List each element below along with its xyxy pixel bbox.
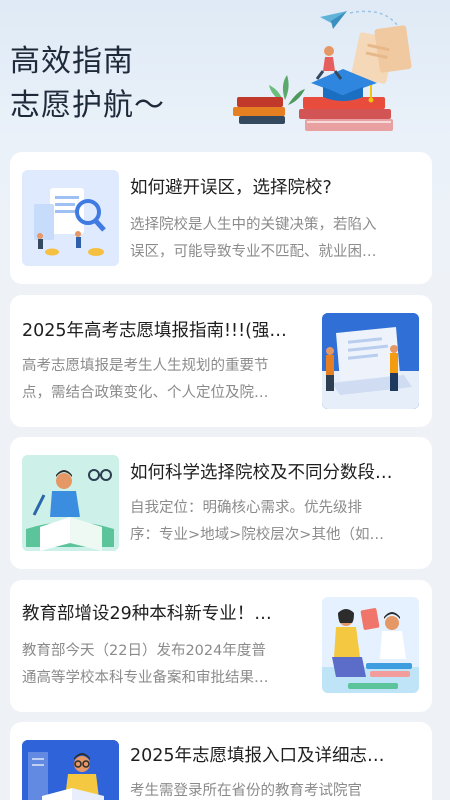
- article-description: 自我定位：明确核心需求。优先级排 序：专业>地域>院校层次>其他（如…: [130, 495, 422, 549]
- article-description-line1: 高考志愿填报是考生人生规划的重要节: [22, 358, 269, 374]
- article-description: 选择院校是人生中的关键决策，若陷入 误区，可能导致专业不匹配、就业困…: [130, 212, 422, 266]
- books-graduation-cap-illustration: [233, 10, 412, 131]
- article-title: 教育部增设29种本科新专业！…: [22, 604, 272, 624]
- article-title: 2025年高考志愿填报指南!!!(强…: [22, 321, 287, 341]
- students-studying-illustration: [322, 597, 419, 693]
- article-card-5[interactable]: 2025年志愿填报入口及详细志… 考生需登录所在省份的教育考试院官: [10, 722, 432, 800]
- article-description-line1: 教育部今天（22日）发布2024年度普: [22, 643, 266, 659]
- article-card-4[interactable]: 教育部增设29种本科新专业！… 教育部今天（22日）发布2024年度普 通高等学…: [10, 580, 432, 712]
- laptop-people-illustration: [322, 313, 419, 409]
- student-reading-book-illustration: [22, 455, 119, 551]
- article-title: 如何科学选择院校及不同分数段…: [130, 463, 393, 483]
- hero-title-line2: 志愿护航～: [10, 88, 165, 123]
- article-card-2[interactable]: 2025年高考志愿填报指南!!!(强… 高考志愿填报是考生人生规划的重要节 点，…: [10, 295, 432, 427]
- article-description: 教育部今天（22日）发布2024年度普 通高等学校本科专业备案和审批结果…: [22, 638, 312, 692]
- article-card-1[interactable]: 如何避开误区，选择院校? 选择院校是人生中的关键决策，若陷入 误区，可能导致专业…: [10, 152, 432, 284]
- reader-with-book-illustration: [22, 740, 119, 800]
- article-title: 如何避开误区，选择院校?: [130, 178, 332, 198]
- article-description-line2: 序：专业>地域>院校层次>其他（如…: [130, 527, 384, 543]
- article-card-3[interactable]: 如何科学选择院校及不同分数段… 自我定位：明确核心需求。优先级排 序：专业>地域…: [10, 437, 432, 569]
- article-description: 高考志愿填报是考生人生规划的重要节 点，需结合政策变化、个人定位及院…: [22, 353, 312, 407]
- article-description: 考生需登录所在省份的教育考试院官: [130, 778, 422, 800]
- article-title: 2025年志愿填报入口及详细志…: [130, 746, 385, 766]
- article-description-line1: 选择院校是人生中的关键决策，若陷入: [130, 217, 377, 233]
- article-description-line2: 通高等学校本科专业备案和审批结果…: [22, 670, 269, 686]
- article-description-line1: 考生需登录所在省份的教育考试院官: [130, 783, 362, 799]
- hero-title-line1: 高效指南: [10, 44, 134, 79]
- document-magnifier-illustration: [22, 170, 119, 266]
- hero-banner: 高效指南 志愿护航～: [0, 0, 450, 150]
- article-description-line2: 误区，可能导致专业不匹配、就业困…: [130, 244, 377, 260]
- hero-title: 高效指南 志愿护航～: [10, 40, 165, 128]
- article-description-line1: 自我定位：明确核心需求。优先级排: [130, 500, 362, 516]
- article-description-line2: 点，需结合政策变化、个人定位及院…: [22, 385, 269, 401]
